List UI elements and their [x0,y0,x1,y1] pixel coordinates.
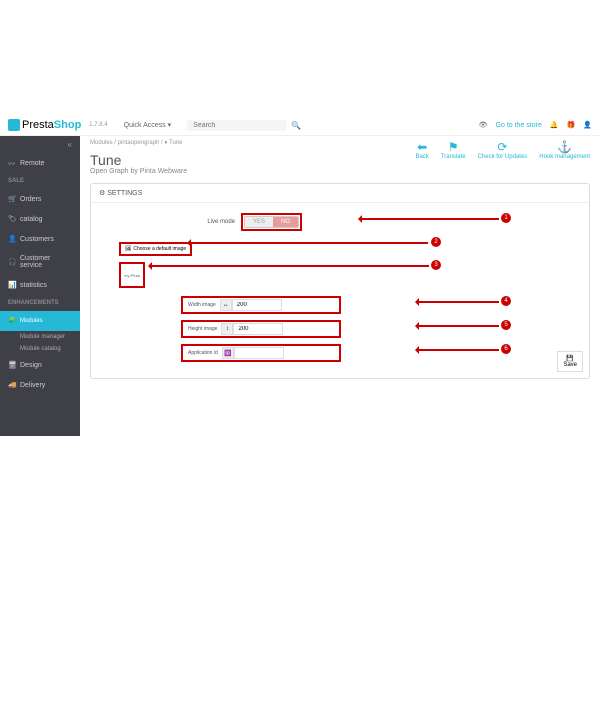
sidebar-customers[interactable]: 👤Customers [0,229,80,249]
sidebar: « 〰Remote SALE 🛒Orders 🏷catalog 👤Custome… [0,136,80,436]
live-mode-toggle[interactable]: YESNO [244,216,299,228]
page-subtitle: Open Graph by Pinta Webware [90,168,590,175]
eye-icon[interactable]: 👁 [479,121,488,129]
settings-panel: ⚙ SETTINGS Live mode YESNO 1 🖼 Choose a … [90,183,590,379]
width-input[interactable] [232,299,282,311]
sidebar-stats[interactable]: 📊statistics [0,275,80,295]
sidebar-cs[interactable]: 🎧Customer service [0,249,80,275]
user-icon[interactable]: 👤 [583,121,592,129]
callout-1: 1 [501,213,511,223]
sidebar-module-manager[interactable]: Module manager [0,331,80,343]
callout-2: 2 [431,237,441,247]
content: ⬅Back ⚑Translate ⟳Check for Updates ⚓Hoo… [80,136,600,436]
sidebar-head-sale: SALE [0,173,80,189]
logo-icon [8,119,20,131]
sidebar-modules[interactable]: 🧩Modules [0,311,80,331]
appid-input[interactable] [234,347,284,359]
logo-text1: Presta [22,119,54,131]
appid-group: Application id🆔 [181,344,341,362]
callout-3: 3 [431,260,441,270]
gift-icon[interactable]: 🎁 [567,121,576,129]
choose-image-button[interactable]: 🖼 Choose a default image [119,242,192,256]
updates-button[interactable]: ⟳Check for Updates [478,140,528,160]
hook-button[interactable]: ⚓Hook management [539,140,590,160]
sidebar-orders[interactable]: 🛒Orders [0,189,80,209]
callout-5: 5 [501,320,511,330]
sidebar-design[interactable]: 🖥Design [0,355,80,375]
logo-text2: Shop [54,119,82,131]
quick-access[interactable]: Quick Access ▾ [124,121,171,129]
notif-icon[interactable]: 🔔 [550,121,559,129]
image-preview: my-Pinta [119,262,145,288]
height-group: Height image↕ [181,320,341,338]
callout-4: 4 [501,296,511,306]
sidebar-catalog[interactable]: 🏷catalog [0,209,80,229]
callout-6: 6 [501,344,511,354]
search-input[interactable] [187,120,287,131]
collapse-icon[interactable]: « [0,136,80,153]
panel-title: ⚙ SETTINGS [91,184,589,203]
sidebar-delivery[interactable]: 🚚Delivery [0,375,80,395]
version: 1.7.8.4 [89,122,107,128]
height-input[interactable] [233,323,283,335]
live-mode-label: Live mode [181,219,241,225]
width-group: Width image↔ [181,296,341,314]
back-button[interactable]: ⬅Back [415,140,428,160]
save-button[interactable]: 💾Save [557,351,583,372]
sidebar-head-enh: ENHANCEMENTS [0,295,80,311]
logo: PrestaShop [8,119,81,131]
translate-button[interactable]: ⚑Translate [441,140,466,160]
search-icon[interactable]: 🔍 [291,121,301,130]
search-box: 🔍 [187,120,471,131]
topbar: PrestaShop 1.7.8.4 Quick Access ▾ 🔍 👁 Go… [0,115,600,136]
sidebar-module-catalog[interactable]: Module catalog [0,343,80,355]
sidebar-remote[interactable]: 〰Remote [0,153,80,173]
store-link[interactable]: Go to the store [496,122,542,129]
